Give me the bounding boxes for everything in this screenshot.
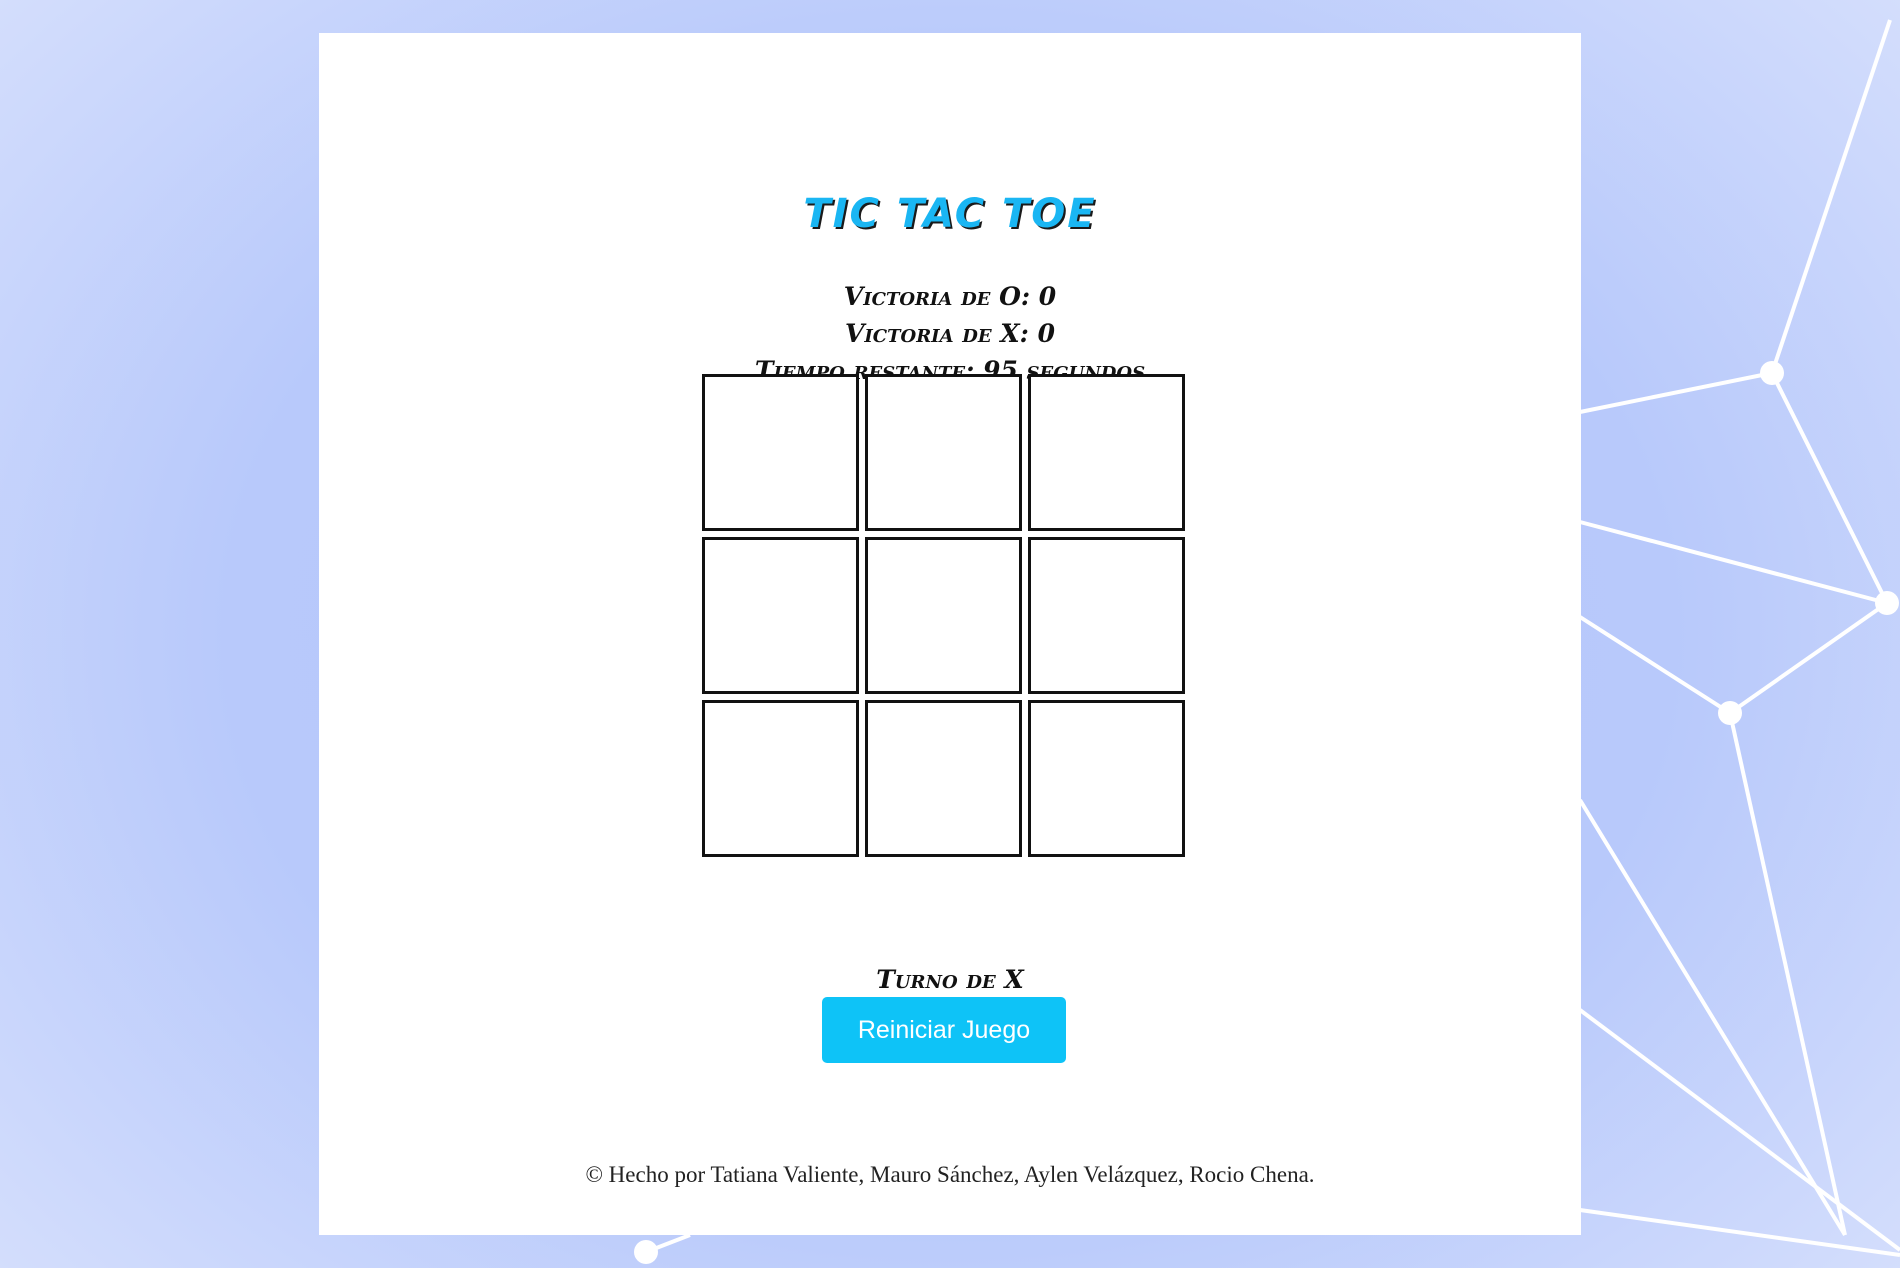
board-cell[interactable] [865,537,1022,694]
board-cell[interactable] [702,374,859,531]
board-cell[interactable] [865,700,1022,857]
x-wins-counter: Victoria de X: 0 [844,319,1056,348]
stats-panel: Victoria de O: 0 Victoria de X: 0 Tiempo… [319,278,1581,389]
board-cell[interactable] [702,700,859,857]
board-cell[interactable] [1028,537,1185,694]
footer-credits: © Hecho por Tatiana Valiente, Mauro Sánc… [585,1162,1315,1187]
turn-indicator: Turno de X [876,965,1024,994]
board-cell[interactable] [1028,700,1185,857]
reset-game-button[interactable]: Reiniciar Juego [822,997,1066,1063]
o-wins-counter: Victoria de O: 0 [843,282,1057,311]
game-board [702,374,1187,859]
board-cell[interactable] [702,537,859,694]
game-card: TIC TAC TOE Victoria de O: 0 Victoria de… [319,33,1581,1235]
board-cell[interactable] [865,374,1022,531]
board-cell[interactable] [1028,374,1185,531]
game-title: TIC TAC TOE [803,191,1097,237]
